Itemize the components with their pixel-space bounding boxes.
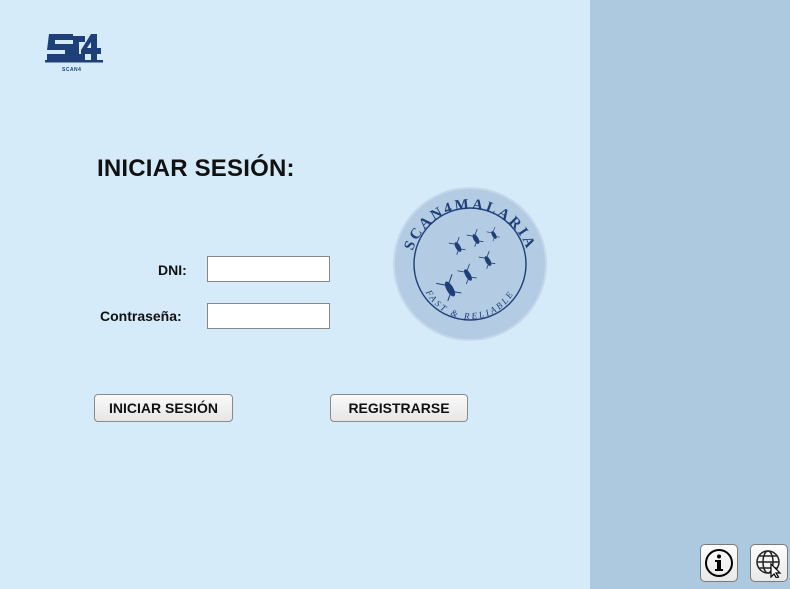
password-input[interactable] bbox=[207, 303, 330, 329]
info-icon bbox=[705, 549, 733, 577]
side-panel bbox=[590, 0, 790, 589]
globe-cursor-icon bbox=[756, 550, 782, 578]
dni-label: DNI: bbox=[158, 262, 187, 278]
page-title: INICIAR SESIÓN: bbox=[97, 155, 295, 182]
login-button[interactable]: INICIAR SESIÓN bbox=[94, 394, 233, 422]
language-button[interactable] bbox=[750, 544, 788, 582]
info-button[interactable] bbox=[700, 544, 738, 582]
password-label: Contraseña: bbox=[100, 308, 182, 324]
app-logo-caption: SCAN4 bbox=[62, 67, 82, 73]
register-button[interactable]: REGISTRARSE bbox=[330, 394, 468, 422]
dni-input[interactable] bbox=[207, 256, 330, 282]
scan4malaria-logo: SCAN4MALARIA FAST & RELIABLE bbox=[393, 187, 547, 341]
